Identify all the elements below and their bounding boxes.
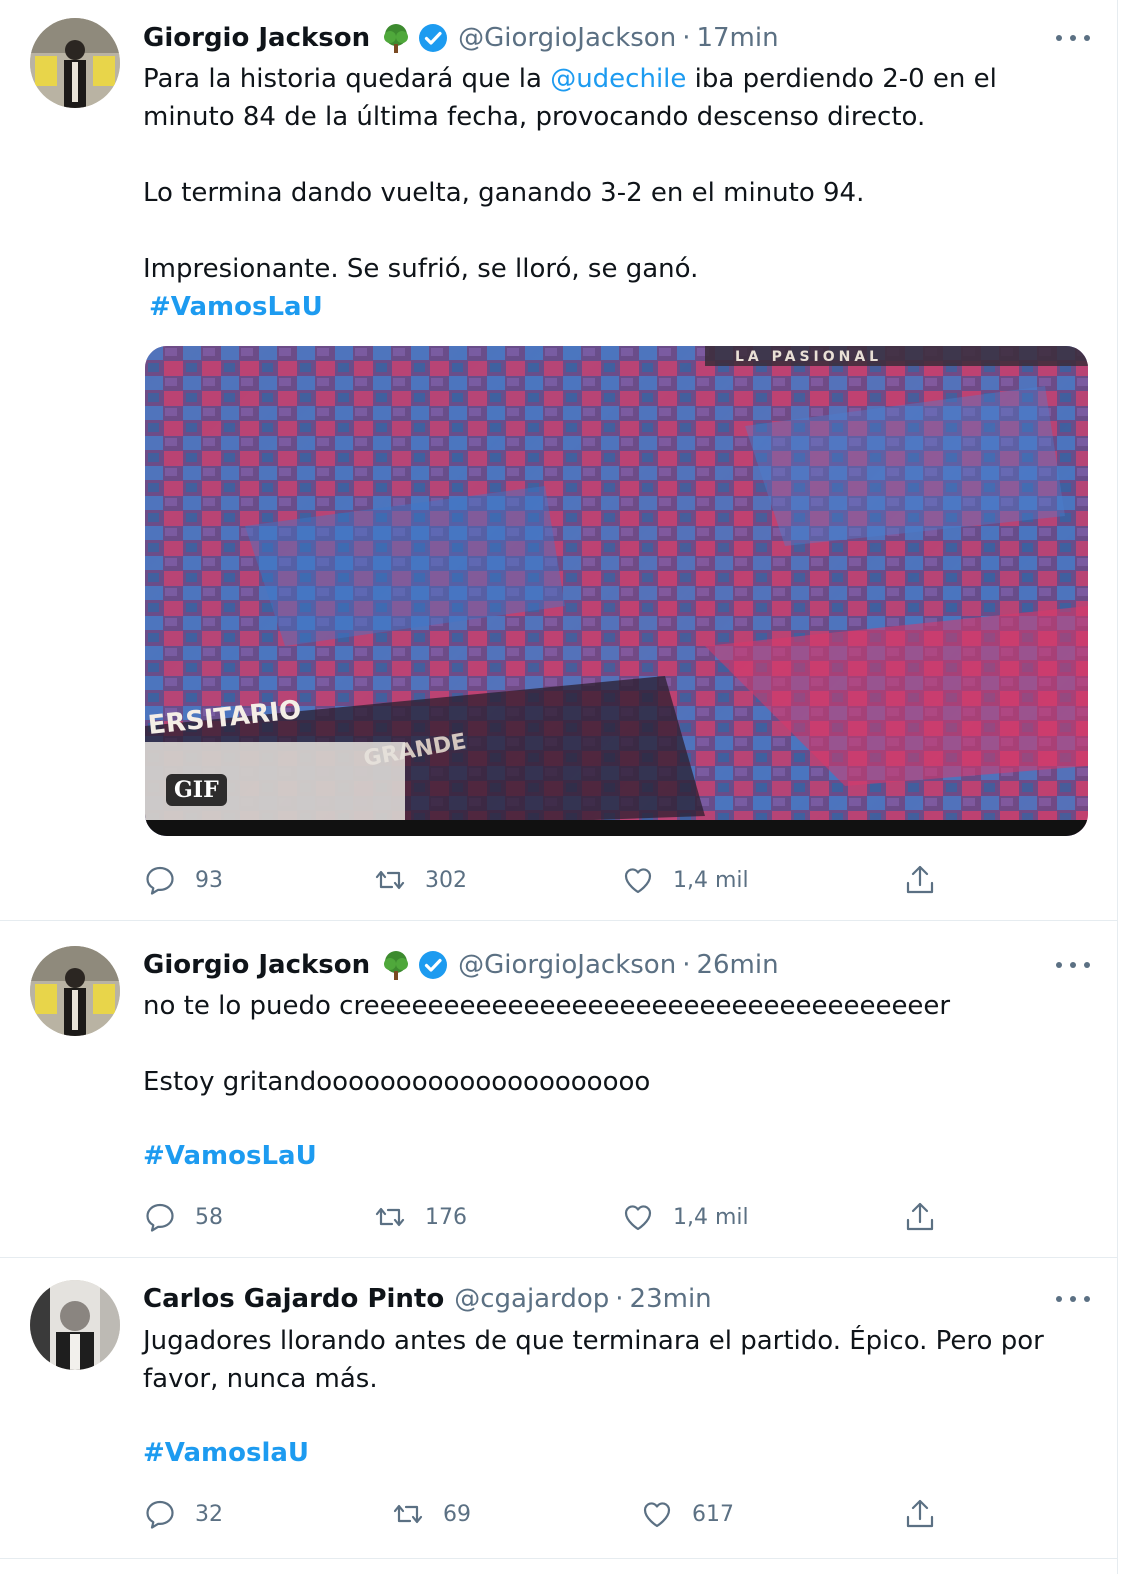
share-button[interactable] [903,1494,937,1534]
like-button[interactable]: 1,4 mil [621,860,749,900]
timeline: Giorgio Jackson @GiorgioJackson · 17min … [0,0,1140,1574]
share-icon [906,865,934,894]
verified-badge-icon [418,950,448,980]
hashtag-link[interactable]: #VamoslaU [143,1438,309,1468]
separator-dot: · [682,23,691,53]
tweet-1[interactable]: Giorgio Jackson @GiorgioJackson · 17min … [0,0,1118,920]
text-segment: Para la historia quedará que la [143,64,551,94]
share-icon [906,1499,934,1528]
reply-button[interactable]: 58 [143,1197,223,1237]
more-icon[interactable] [1056,955,1090,975]
separator-dot: · [682,950,691,980]
retweet-count: 176 [425,1204,467,1230]
stadium-crowd-image: LA PASIONAL ERSITARIO GRANDE [145,346,1088,836]
more-icon[interactable] [1056,28,1090,48]
like-count: 617 [692,1501,734,1527]
reply-button[interactable]: 32 [143,1494,223,1534]
reply-count: 32 [195,1501,223,1527]
retweet-count: 302 [425,867,467,893]
tweet-header: Carlos Gajardo Pinto @cgajardop · 23min [143,1281,712,1317]
avatar[interactable] [30,946,120,1036]
paragraph-1: no te lo puedo creeeeeeeeeeeeeeeeeeeeeee… [143,991,951,1021]
author-name[interactable]: Giorgio Jackson [143,950,370,980]
avatar-image [30,18,120,108]
paragraph-2: Estoy gritandooooooooooooooooooooo [143,1067,651,1097]
retweet-icon [375,1207,405,1227]
author-name[interactable]: Carlos Gajardo Pinto [143,1284,444,1314]
tweet-header: Giorgio Jackson @GiorgioJackson · 26min [143,947,779,983]
share-button[interactable] [903,860,937,900]
gif-badge: GIF [166,774,227,806]
timestamp[interactable]: 17min [696,23,778,53]
verified-badge-icon [418,23,448,53]
retweet-icon [393,1504,423,1524]
author-handle[interactable]: @cgajardop [454,1284,609,1314]
tweet-actions: 58 176 1,4 mil [143,1197,943,1237]
avatar-image [30,1280,120,1370]
author-name[interactable]: Giorgio Jackson [143,23,370,53]
retweet-count: 69 [443,1501,471,1527]
tree-emoji-icon [380,949,412,981]
paragraph-3: Impresionante. Se sufrió, se lloró, se g… [143,254,699,284]
avatar-image [30,946,120,1036]
tree-emoji-icon [380,22,412,54]
like-count: 1,4 mil [673,867,749,893]
reply-count: 58 [195,1204,223,1230]
tweet-actions: 32 69 617 [143,1494,943,1534]
share-button[interactable] [903,1197,937,1237]
author-handle[interactable]: @GiorgioJackson [458,23,676,53]
hashtag-link[interactable]: #VamosLaU [143,1141,317,1171]
like-icon [643,1502,671,1528]
tweet-3[interactable]: Carlos Gajardo Pinto @cgajardop · 23min … [0,1258,1118,1558]
tweet-text: no te lo puedo creeeeeeeeeeeeeeeeeeeeeee… [143,987,1093,1175]
more-icon[interactable] [1056,1289,1090,1309]
reply-count: 93 [195,867,223,893]
reply-button[interactable]: 93 [143,860,223,900]
separator-dot: · [615,1284,624,1314]
retweet-icon [375,870,405,890]
hashtag-link[interactable]: #VamosLaU [149,292,323,322]
like-count: 1,4 mil [673,1204,749,1230]
like-button[interactable]: 617 [640,1494,734,1534]
retweet-button[interactable]: 69 [391,1494,471,1534]
tweet-header: Giorgio Jackson @GiorgioJackson · 17min [143,20,779,56]
paragraph-2: Lo termina dando vuelta, ganando 3-2 en … [143,178,865,208]
mention-link[interactable]: @udechile [550,64,686,94]
reply-icon [146,1203,174,1232]
share-icon [906,1202,934,1231]
tweet-actions: 93 302 1,4 mil [143,860,943,900]
tweet-2[interactable]: Giorgio Jackson @GiorgioJackson · 26min … [0,921,1118,1257]
like-icon [624,1205,652,1231]
author-handle[interactable]: @GiorgioJackson [458,950,676,980]
avatar[interactable] [30,1280,120,1370]
timestamp[interactable]: 26min [696,950,778,980]
timestamp[interactable]: 23min [630,1284,712,1314]
tweet-divider [0,1558,1118,1559]
paragraph-1: Jugadores llorando antes de que terminar… [143,1326,1044,1394]
tweet-text: Para la historia quedará que la @udechil… [143,60,1093,326]
like-button[interactable]: 1,4 mil [621,1197,749,1237]
tweet-text: Jugadores llorando antes de que terminar… [143,1322,1093,1472]
like-icon [624,868,652,894]
avatar[interactable] [30,18,120,108]
retweet-button[interactable]: 302 [373,860,467,900]
gif-media[interactable]: LA PASIONAL ERSITARIO GRANDE GIF [145,346,1088,836]
retweet-button[interactable]: 176 [373,1197,467,1237]
reply-icon [146,866,174,895]
reply-icon [146,1500,174,1529]
banner-top-text: LA PASIONAL [735,349,882,365]
